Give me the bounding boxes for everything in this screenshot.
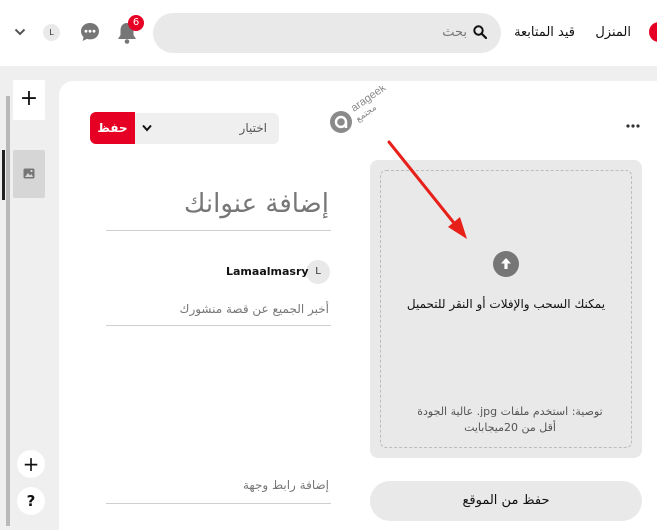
board-select[interactable]: اختيار <box>134 113 279 144</box>
chevron-down-icon <box>142 124 152 132</box>
search-placeholder: بحث <box>442 25 467 40</box>
upload-arrow-icon <box>493 251 519 277</box>
avatar: L <box>306 260 330 284</box>
plus-icon: + <box>19 86 39 111</box>
arageek-watermark-logo: arageek مجتمع <box>330 86 389 133</box>
upload-instruction: يمكنك السحب والإفلات أو النقر للتحميل <box>406 297 606 311</box>
save-from-site-button[interactable]: حفظ من الموقع <box>370 481 642 521</box>
search-input[interactable]: بحث <box>153 13 501 53</box>
create-button[interactable]: + <box>17 450 45 478</box>
scrollbar-thumb[interactable] <box>2 150 5 200</box>
scrollbar[interactable] <box>6 96 10 526</box>
upload-hint: توصية: استخدم ملفات jpg. عالية الجودة أق… <box>417 405 603 434</box>
top-header: المنزل قيد المتابعة بحث 6 L <box>0 0 657 66</box>
notification-badge: 6 <box>128 15 144 31</box>
destination-link-input[interactable]: إضافة رابط وجهة <box>106 478 331 504</box>
pin-draft-thumbnail[interactable] <box>13 150 45 198</box>
add-pin-button[interactable]: + <box>13 80 45 120</box>
help-button[interactable]: ? <box>17 487 45 515</box>
chat-icon[interactable] <box>80 22 100 42</box>
description-input[interactable]: أخبر الجميع عن قصة منشورك <box>106 302 331 326</box>
search-icon <box>473 25 487 39</box>
plus-icon: + <box>22 452 40 476</box>
nav-home-link[interactable]: المنزل <box>595 25 631 40</box>
title-input[interactable]: إضافة عنوانك <box>106 189 331 231</box>
save-button[interactable]: حفظ <box>90 112 135 144</box>
nav-following-link[interactable]: قيد المتابعة <box>514 25 575 40</box>
board-select-label: اختيار <box>239 121 267 135</box>
avatar[interactable]: L <box>43 24 60 41</box>
logo[interactable] <box>649 22 657 42</box>
more-options-icon[interactable] <box>626 123 640 129</box>
chevron-down-icon[interactable] <box>14 27 26 37</box>
username: Lamaalmasry <box>226 265 309 278</box>
image-icon <box>23 168 35 179</box>
